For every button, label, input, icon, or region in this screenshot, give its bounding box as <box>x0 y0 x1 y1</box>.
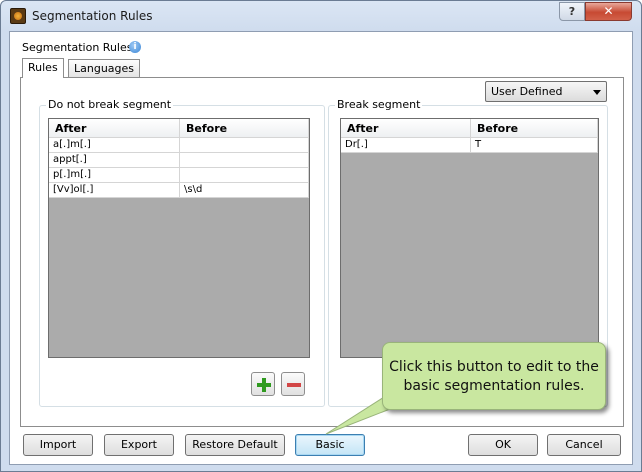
do-not-break-title: Do not break segment <box>46 98 174 111</box>
table-row[interactable]: [Vv]ol[.] \s\d <box>49 183 309 198</box>
section-label: Segmentation Rules <box>22 41 133 54</box>
cell-after[interactable]: a[.]m[.] <box>49 138 180 152</box>
callout-tooltip: Click this button to edit to the basic s… <box>382 342 606 410</box>
ok-button[interactable]: OK <box>468 434 538 456</box>
help-button[interactable]: ? <box>559 2 585 21</box>
grid-header: After Before <box>341 119 598 138</box>
tab-languages[interactable]: Languages <box>68 59 141 77</box>
cancel-button[interactable]: Cancel <box>547 434 621 456</box>
plus-icon-stem <box>262 378 266 392</box>
cell-after[interactable]: p[.]m[.] <box>49 168 180 182</box>
chevron-down-icon <box>593 90 601 95</box>
tab-rules[interactable]: Rules <box>22 58 64 78</box>
basic-button[interactable]: Basic <box>295 434 365 456</box>
column-header-after[interactable]: After <box>49 119 180 137</box>
cell-before[interactable] <box>180 138 309 152</box>
callout-line-2: basic segmentation rules. <box>403 378 585 394</box>
cell-after[interactable]: appt[.] <box>49 153 180 167</box>
import-button[interactable]: Import <box>23 434 93 456</box>
rule-type-selected: User Defined <box>491 85 563 98</box>
cell-before[interactable]: \s\d <box>180 183 309 197</box>
app-icon <box>10 8 26 24</box>
column-header-before[interactable]: Before <box>180 119 309 137</box>
column-header-before[interactable]: Before <box>471 119 598 137</box>
table-row[interactable]: appt[.] <box>49 153 309 168</box>
title-bar[interactable]: Segmentation Rules ? ✕ <box>1 1 641 31</box>
rule-type-dropdown[interactable]: User Defined <box>485 81 607 102</box>
table-row[interactable]: p[.]m[.] <box>49 168 309 183</box>
table-row[interactable]: a[.]m[.] <box>49 138 309 153</box>
break-segment-title: Break segment <box>335 98 423 111</box>
close-button[interactable]: ✕ <box>585 2 632 21</box>
remove-rule-button[interactable] <box>281 372 305 396</box>
grid-header: After Before <box>49 119 309 138</box>
cell-before[interactable] <box>180 153 309 167</box>
add-rule-button[interactable] <box>251 372 275 396</box>
cell-before[interactable]: T <box>471 138 598 152</box>
restore-default-button[interactable]: Restore Default <box>185 434 285 456</box>
cell-after[interactable]: Dr[.] <box>341 138 471 152</box>
table-row[interactable]: Dr[.] T <box>341 138 598 153</box>
window-title: Segmentation Rules <box>32 9 153 23</box>
cell-before[interactable] <box>180 168 309 182</box>
callout-line-1: Click this button to edit to the <box>389 359 599 375</box>
cell-after[interactable]: [Vv]ol[.] <box>49 183 180 197</box>
minus-icon <box>287 383 301 387</box>
column-header-after[interactable]: After <box>341 119 471 137</box>
break-segment-grid[interactable]: After Before Dr[.] T <box>340 118 599 358</box>
do-not-break-grid[interactable]: After Before a[.]m[.] appt[.] p[.]m[.] [… <box>48 118 310 358</box>
info-icon[interactable]: i <box>129 41 141 53</box>
export-button[interactable]: Export <box>104 434 174 456</box>
